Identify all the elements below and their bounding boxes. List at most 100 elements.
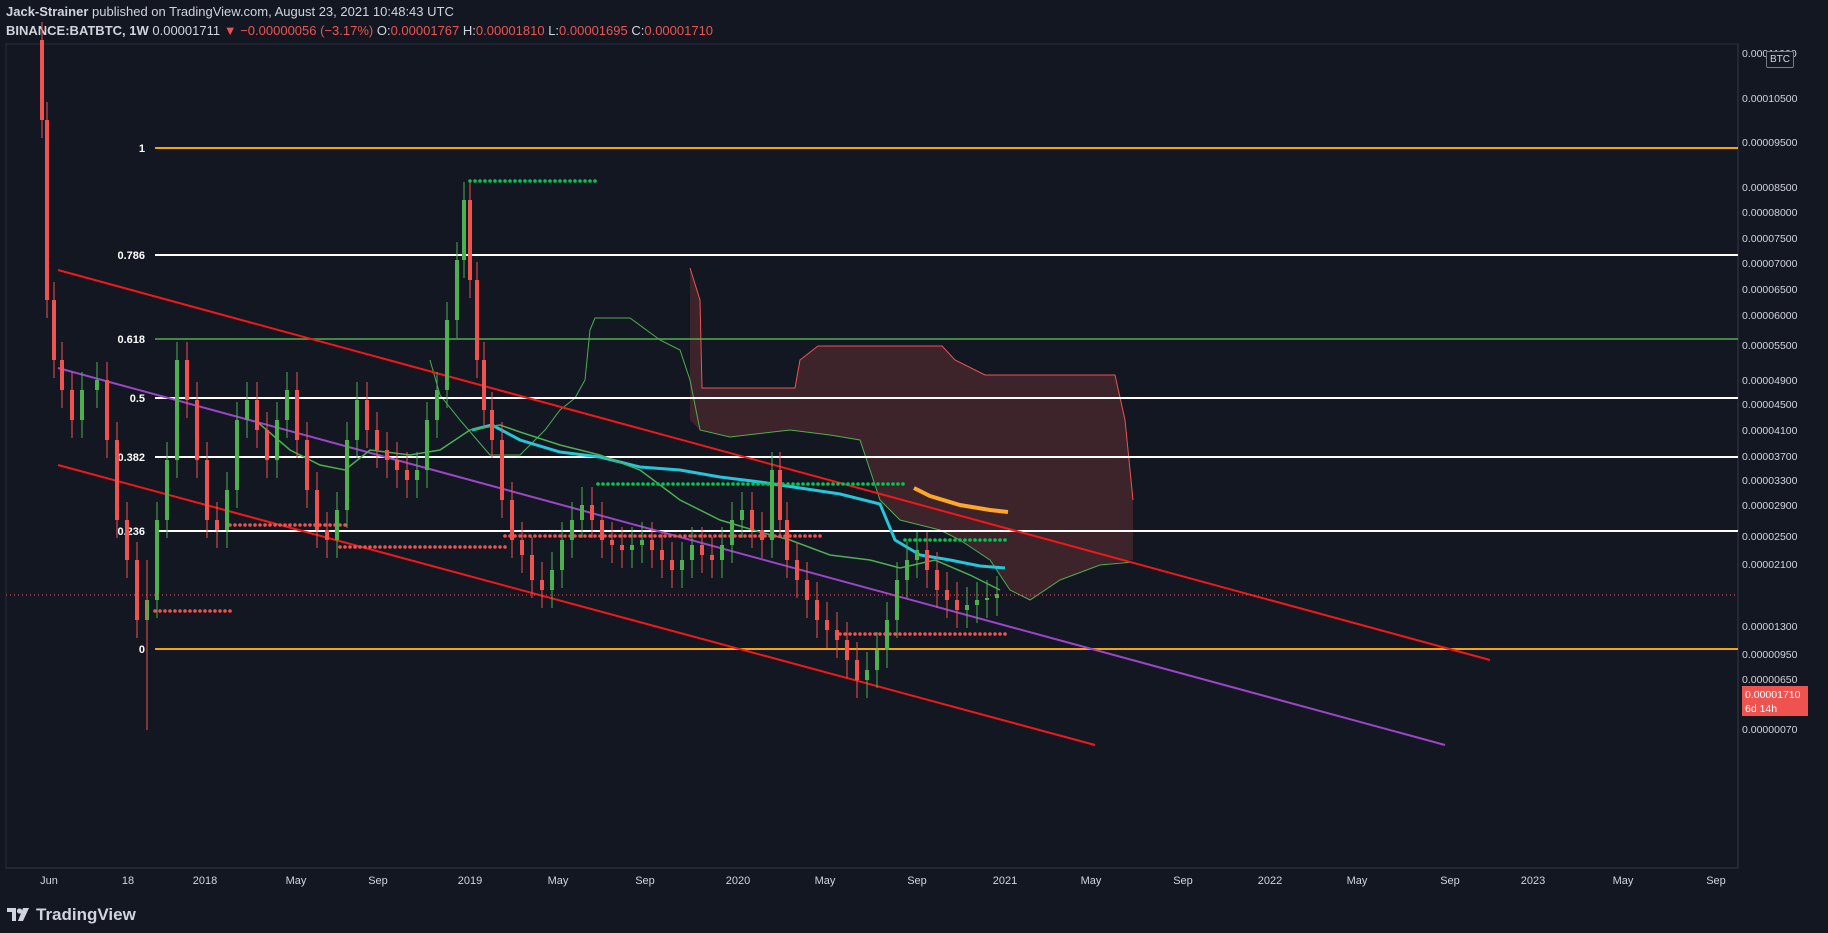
currency-unit-badge[interactable]: BTC	[1766, 51, 1794, 68]
candle-body	[365, 400, 369, 430]
candle-body	[245, 400, 249, 420]
level-dot	[958, 538, 962, 542]
level-dot	[866, 482, 870, 486]
level-dot	[233, 523, 237, 527]
price-tick-label: 0.00000950	[1742, 649, 1798, 661]
fib-level-label: 0.786	[117, 250, 145, 262]
level-dot	[663, 534, 667, 538]
level-dot	[493, 179, 497, 183]
candle-body	[445, 320, 449, 390]
candle-body	[285, 390, 289, 420]
level-dot	[488, 545, 492, 549]
level-dot	[813, 534, 817, 538]
candle-body	[905, 560, 909, 580]
price-tick-label: 0.00009500	[1742, 137, 1798, 149]
level-dot	[651, 482, 655, 486]
candle-body	[680, 560, 684, 570]
ichimoku-cloud	[429, 267, 1134, 601]
level-dot	[621, 482, 625, 486]
level-dot	[671, 482, 675, 486]
level-dot	[676, 482, 680, 486]
level-dot	[283, 523, 287, 527]
fib-level-label: 0.618	[117, 334, 145, 346]
level-dot	[596, 482, 600, 486]
level-dot	[228, 609, 232, 613]
level-dot	[678, 534, 682, 538]
level-dot	[738, 534, 742, 538]
candle-body	[475, 280, 479, 360]
level-dot	[648, 534, 652, 538]
level-dot	[298, 523, 302, 527]
level-dot	[876, 482, 880, 486]
level-dot	[518, 534, 522, 538]
candle-body	[255, 400, 259, 430]
candle-body	[815, 600, 819, 620]
level-dot	[903, 632, 907, 636]
level-dot	[968, 632, 972, 636]
level-dot	[498, 545, 502, 549]
level-dot	[816, 482, 820, 486]
level-dot	[363, 545, 367, 549]
fib-level-label: 0.236	[117, 526, 145, 538]
level-dot	[473, 179, 477, 183]
time-axis[interactable]: Jun 18 2018 May Sep 2019 May Sep 2020 May Sep 2021 M…	[40, 875, 1726, 887]
level-dot	[433, 545, 437, 549]
level-dot	[508, 179, 512, 183]
level-dot	[898, 632, 902, 636]
level-dot	[533, 179, 537, 183]
level-dot	[616, 482, 620, 486]
time-tick-label: May	[1081, 875, 1102, 887]
candle-body	[80, 390, 84, 420]
price-tick-label: 0.00003700	[1742, 451, 1798, 463]
level-dot	[368, 545, 372, 549]
candle-body	[275, 420, 279, 460]
time-tick-label: Sep	[635, 875, 655, 887]
time-tick-label: 2022	[1258, 875, 1282, 887]
level-dot	[548, 179, 552, 183]
level-dot	[933, 632, 937, 636]
bar-countdown: 6d 14h	[1745, 703, 1778, 715]
candle-body	[295, 390, 299, 440]
level-dot	[608, 534, 612, 538]
level-dot	[413, 545, 417, 549]
level-dot	[918, 632, 922, 636]
level-dot	[213, 609, 217, 613]
price-tick-label: 0.00010500	[1742, 93, 1798, 105]
price-axis[interactable]: 0.000110000.000105000.000095000.00008500…	[1742, 48, 1798, 736]
footer-brand[interactable]: TradingView	[6, 900, 136, 930]
level-dot	[826, 482, 830, 486]
candle-body	[690, 545, 694, 560]
level-dot	[928, 632, 932, 636]
candle-body	[482, 360, 486, 410]
level-dot	[998, 538, 1002, 542]
candle-body	[670, 560, 674, 570]
level-dot	[978, 538, 982, 542]
level-dot	[163, 609, 167, 613]
time-tick-label: May	[286, 875, 307, 887]
level-dot	[348, 545, 352, 549]
level-dot	[626, 482, 630, 486]
price-chart[interactable]: 1 0.786 0.618 0.5 0.382 0.236 0 Jun 18 2018 May Se…	[0, 0, 1828, 933]
fib-level-label: 0.5	[130, 393, 145, 405]
price-tick-label: 0.00007500	[1742, 233, 1798, 245]
level-dot	[548, 534, 552, 538]
level-dot	[846, 482, 850, 486]
level-dot	[806, 482, 810, 486]
candle-body	[510, 500, 514, 540]
level-dot	[403, 545, 407, 549]
level-dot	[893, 632, 897, 636]
level-dot	[478, 545, 482, 549]
candle-body	[778, 470, 782, 520]
level-dot	[646, 482, 650, 486]
price-tick-label: 0.00004900	[1742, 375, 1798, 387]
level-dot	[428, 545, 432, 549]
time-tick-label: May	[1347, 875, 1368, 887]
level-dot	[863, 632, 867, 636]
level-dot	[923, 538, 927, 542]
level-dot	[288, 523, 292, 527]
level-dot	[706, 482, 710, 486]
time-tick-label: Sep	[907, 875, 927, 887]
candle-body	[60, 360, 64, 390]
level-dot	[601, 482, 605, 486]
level-dot	[948, 632, 952, 636]
